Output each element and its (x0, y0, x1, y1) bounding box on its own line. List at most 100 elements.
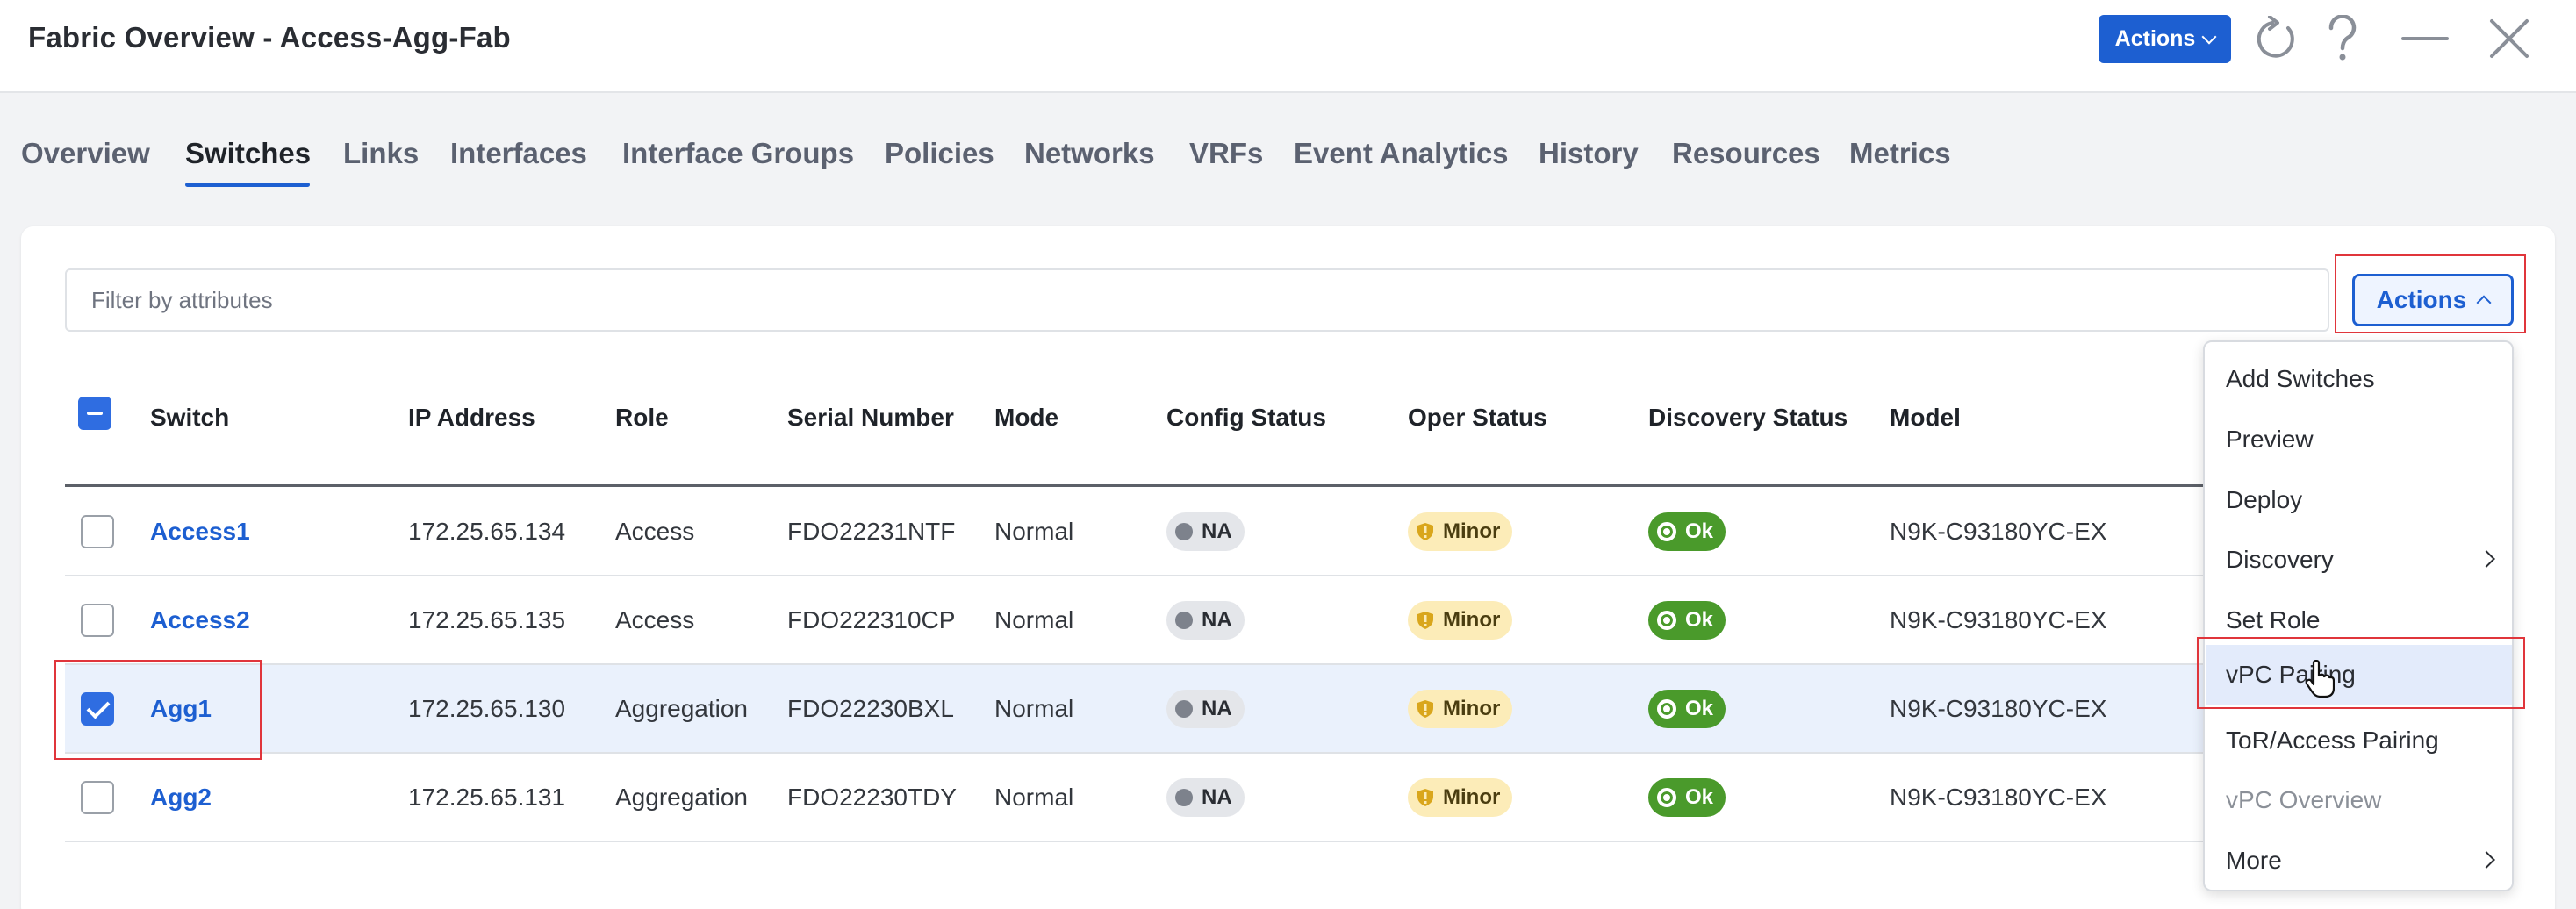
mode: Normal (994, 606, 1074, 633)
discovery-status-text: Ok (1685, 785, 1714, 809)
row-checkbox[interactable] (81, 604, 114, 637)
header-actions-button[interactable]: Actions (2099, 15, 2231, 63)
tab-interfaces[interactable]: Interfaces (450, 137, 587, 170)
menu-item-more[interactable]: More (2206, 831, 2512, 891)
table-row[interactable] (65, 488, 2206, 576)
menu-item-preview[interactable]: Preview (2206, 410, 2512, 469)
tab-switches[interactable]: Switches (185, 137, 311, 170)
status-dot-icon (1175, 789, 1193, 806)
status-dot-icon (1175, 612, 1193, 629)
serial-number: FDO22230TDY (787, 784, 957, 811)
column-header-config-status[interactable]: Config Status (1166, 404, 1326, 432)
config-status-text: NA (1202, 608, 1232, 632)
tab-event-analytics[interactable]: Event Analytics (1294, 137, 1509, 170)
switch-link[interactable]: Agg2 (150, 784, 212, 812)
status-ring-icon (1657, 788, 1676, 807)
chevron-right-icon (2478, 550, 2495, 568)
tab-vrfs[interactable]: VRFs (1189, 137, 1263, 170)
tab-interface-groups[interactable]: Interface Groups (622, 137, 854, 170)
tab-networks[interactable]: Networks (1024, 137, 1155, 170)
menu-item-label: vPC Pairing (2226, 661, 2356, 688)
switch-link[interactable]: Agg1 (150, 695, 212, 723)
tab-resources[interactable]: Resources (1672, 137, 1820, 170)
switch-link[interactable]: Access2 (150, 606, 250, 634)
actions-dropdown-button[interactable]: Actions (2352, 274, 2514, 326)
tab-metrics[interactable]: Metrics (1849, 137, 1951, 170)
oper-status-text: Minor (1443, 697, 1501, 720)
help-icon[interactable] (2316, 12, 2369, 65)
tab-links[interactable]: Links (343, 137, 419, 170)
oper-status-badge: Minor (1408, 601, 1513, 640)
menu-item-label: More (2226, 847, 2282, 874)
shield-warning-icon (1417, 523, 1433, 540)
role: Access (615, 518, 695, 545)
oper-status-text: Minor (1443, 785, 1501, 809)
column-header-ip-address[interactable]: IP Address (408, 404, 535, 432)
mode: Normal (994, 518, 1074, 545)
table-row-selected[interactable] (65, 665, 2206, 754)
mode: Normal (994, 784, 1074, 811)
menu-item-label: vPC Overview (2226, 786, 2382, 813)
minimize-icon[interactable] (2399, 12, 2451, 65)
page-title: Fabric Overview - Access-Agg-Fab (28, 21, 511, 54)
column-header-switch[interactable]: Switch (150, 404, 229, 432)
menu-item-label: Discovery (2226, 546, 2334, 573)
menu-item-vpc-overview: vPC Overview (2206, 770, 2512, 830)
tab-policies[interactable]: Policies (885, 137, 994, 170)
menu-item-set-role[interactable]: Set Role (2206, 590, 2512, 650)
status-ring-icon (1657, 611, 1676, 630)
role: Aggregation (615, 695, 749, 722)
config-status-text: NA (1202, 519, 1232, 543)
oper-status-badge: Minor (1408, 690, 1513, 728)
header-actions-label: Actions (2114, 26, 2196, 51)
hand-cursor-icon (2305, 660, 2335, 698)
serial-number: FDO22231NTF (787, 518, 956, 545)
discovery-status-badge: Ok (1648, 690, 1726, 728)
row-checkbox[interactable] (81, 515, 114, 548)
ip-address: 172.25.65.135 (408, 606, 566, 633)
menu-item-vpc-pairing[interactable]: vPC Pairing (2206, 645, 2512, 705)
shield-warning-icon (1417, 789, 1433, 806)
tab-history[interactable]: History (1539, 137, 1639, 170)
chevron-down-icon (2201, 29, 2217, 44)
column-header-oper-status[interactable]: Oper Status (1408, 404, 1547, 432)
switch-link[interactable]: Access1 (150, 518, 250, 546)
column-header-serial-number[interactable]: Serial Number (787, 404, 954, 432)
table-row[interactable] (65, 754, 2206, 842)
menu-item-label: ToR/Access Pairing (2226, 726, 2439, 754)
menu-item-tor-access-pairing[interactable]: ToR/Access Pairing (2206, 711, 2512, 770)
select-all-checkbox[interactable] (78, 397, 111, 430)
filter-input[interactable] (65, 268, 2329, 332)
config-status-badge: NA (1166, 601, 1245, 640)
menu-item-add-switches[interactable]: Add Switches (2206, 349, 2512, 409)
column-header-discovery-status[interactable]: Discovery Status (1648, 404, 1848, 432)
column-header-mode[interactable]: Mode (994, 404, 1058, 432)
menu-item-label: Add Switches (2226, 365, 2375, 392)
column-header-role[interactable]: Role (615, 404, 669, 432)
model: N9K-C93180YC-EX (1890, 518, 2107, 545)
row-checkbox-checked[interactable] (81, 692, 114, 726)
shield-warning-icon (1417, 612, 1433, 629)
close-icon[interactable] (2483, 12, 2536, 65)
role: Aggregation (615, 784, 749, 811)
active-tab-indicator (185, 183, 310, 187)
tab-overview[interactable]: Overview (21, 137, 150, 170)
discovery-status-badge: Ok (1648, 512, 1726, 551)
oper-status-text: Minor (1443, 608, 1501, 632)
table-row[interactable] (65, 576, 2206, 665)
actions-menu: Add Switches Preview Deploy Discovery Se… (2203, 340, 2514, 891)
header-bar: Fabric Overview - Access-Agg-Fab Actions (0, 0, 2576, 93)
column-header-model[interactable]: Model (1890, 404, 1961, 432)
status-dot-icon (1175, 700, 1193, 718)
config-status-badge: NA (1166, 778, 1245, 817)
serial-number: FDO222310CP (787, 606, 956, 633)
row-checkbox[interactable] (81, 781, 114, 814)
menu-item-deploy[interactable]: Deploy (2206, 470, 2512, 530)
refresh-icon[interactable] (2250, 12, 2302, 65)
status-ring-icon (1657, 699, 1676, 719)
menu-item-discovery[interactable]: Discovery (2206, 530, 2512, 590)
ip-address: 172.25.65.134 (408, 518, 566, 545)
menu-item-label: Set Role (2226, 606, 2321, 633)
discovery-status-text: Ok (1685, 697, 1714, 720)
ip-address: 172.25.65.131 (408, 784, 566, 811)
